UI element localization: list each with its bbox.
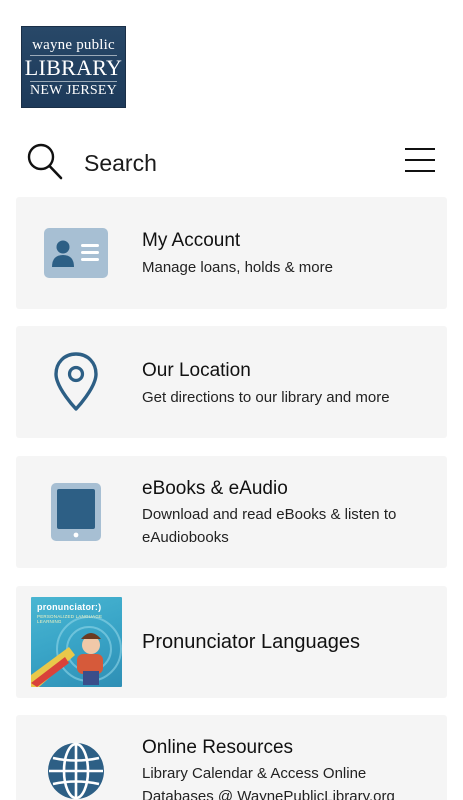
menu-item-description: Library Calendar & Access Online Databas… [142, 765, 395, 800]
library-logo[interactable]: wayne public LIBRARY NEW JERSEY [21, 26, 126, 108]
menu-item-title: eBooks & eAudio [142, 478, 288, 499]
menu-item-ebooks-eaudio[interactable]: eBooks & eAudio Download and read eBooks… [16, 456, 447, 568]
pronunciator-brand: pronunciator:) [37, 602, 102, 612]
menu-item-pronunciator[interactable]: pronunciator:) PERSONALIZED LANGUAGE LEA… [16, 586, 447, 698]
search-bar[interactable]: Search [22, 138, 440, 186]
menu-item-online-resources[interactable]: Online Resources Library Calendar & Acce… [16, 715, 447, 800]
logo-line-1: wayne public [32, 37, 115, 53]
search-input[interactable]: Search [84, 150, 157, 177]
menu-item-our-location[interactable]: Our Location Get directions to our libra… [16, 326, 447, 438]
logo-rule [30, 81, 117, 82]
globe-icon [42, 737, 110, 800]
menu-item-title: Online Resources [142, 737, 294, 758]
menu-item-title: Our Location [142, 360, 251, 381]
logo-line-3: NEW JERSEY [30, 83, 117, 98]
pronunciator-tagline: PERSONALIZED LANGUAGE LEARNING [37, 614, 103, 624]
hamburger-menu-icon[interactable] [404, 146, 436, 174]
menu-item-my-account[interactable]: My Account Manage loans, holds & more [16, 197, 447, 309]
pronunciator-thumbnail: pronunciator:) PERSONALIZED LANGUAGE LEA… [31, 597, 122, 687]
menu-item-description: Manage loans, holds & more [142, 259, 333, 276]
tablet-icon [42, 478, 110, 546]
menu-item-description: Get directions to our library and more [142, 389, 390, 406]
logo-line-2: LIBRARY [24, 55, 123, 80]
account-card-icon [42, 219, 110, 287]
location-pin-icon [42, 348, 110, 416]
menu-item-description: Download and read eBooks & listen to eAu… [142, 506, 397, 546]
menu-item-title: Pronunciator Languages [142, 631, 360, 653]
menu-item-title: My Account [142, 230, 241, 251]
search-icon[interactable] [26, 142, 64, 182]
